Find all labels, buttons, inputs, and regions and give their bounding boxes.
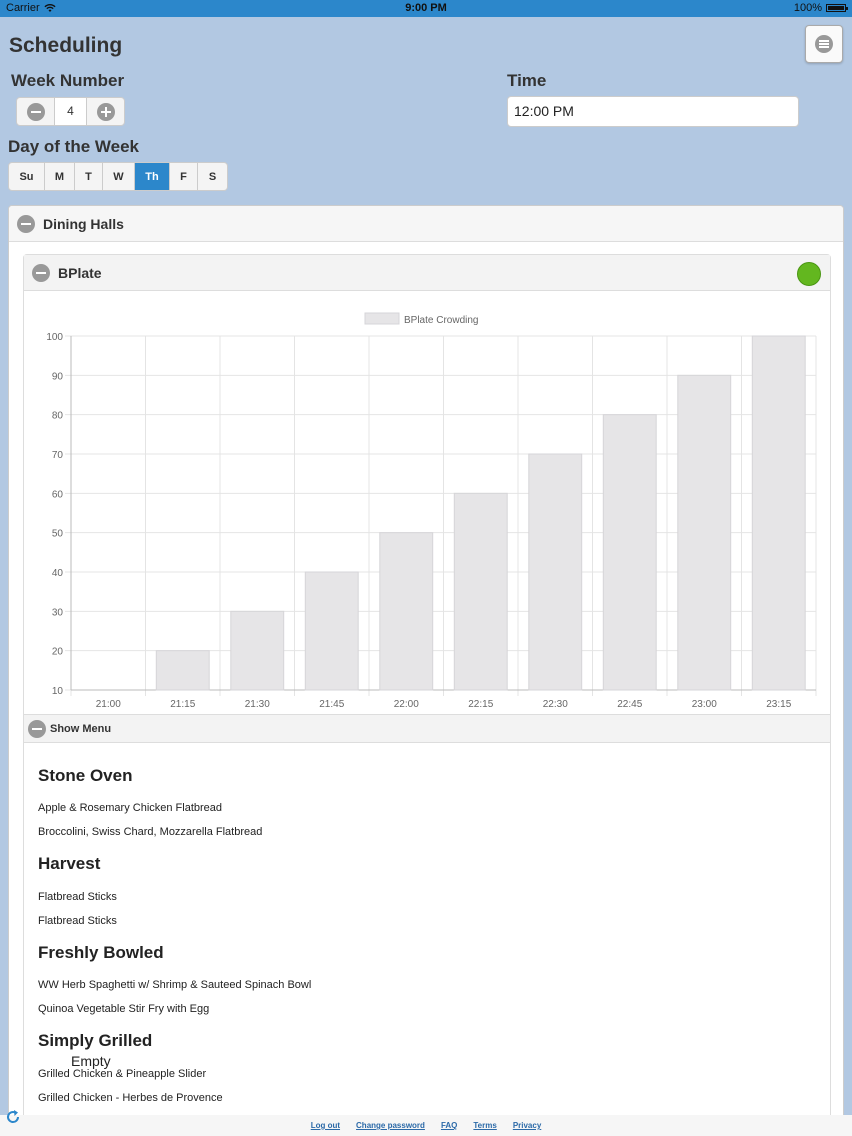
station-heading: Freshly Bowled	[38, 943, 164, 962]
day-button-t[interactable]: T	[75, 163, 103, 190]
day-button-s[interactable]: S	[198, 163, 227, 190]
legend-label: BPlate Crowding	[404, 315, 478, 326]
bplate-title: BPlate	[58, 265, 102, 281]
y-tick-label: 60	[52, 489, 64, 500]
bplate-header[interactable]: BPlate	[24, 255, 830, 291]
page-title: Scheduling	[9, 34, 123, 57]
time-field[interactable]: 12:00 PM	[507, 96, 799, 127]
dining-halls-header[interactable]: Dining Halls	[9, 206, 843, 242]
bar	[379, 532, 434, 691]
x-tick-label: 21:15	[170, 699, 195, 710]
menu-item: Grilled Chicken - Herbes de Provence	[38, 1092, 223, 1104]
day-of-week-selector: Su M T W Th F S	[8, 162, 228, 191]
show-menu-header[interactable]: Show Menu	[24, 714, 830, 743]
bar	[677, 374, 732, 691]
bar	[453, 492, 508, 691]
x-tick-label: 23:00	[692, 699, 717, 710]
battery-info: 100%	[793, 2, 848, 14]
day-of-week-label: Day of the Week	[8, 137, 140, 156]
station-heading: Harvest	[38, 854, 101, 873]
footer: Log out Change password FAQ Terms Privac…	[0, 1115, 852, 1136]
menu-item: Flatbread Sticks	[38, 915, 117, 927]
show-menu-label: Show Menu	[50, 723, 112, 735]
clock: 9:00 PM	[405, 2, 447, 14]
week-number-value[interactable]: 4	[54, 98, 87, 125]
week-number-stepper: 4	[16, 97, 125, 126]
x-tick-label: 23:15	[766, 699, 791, 710]
privacy-link[interactable]: Privacy	[513, 1121, 541, 1130]
x-tick-label: 22:45	[617, 699, 642, 710]
week-increment-button[interactable]	[87, 98, 124, 125]
bar	[304, 571, 359, 691]
collapse-icon	[28, 720, 46, 738]
x-tick-label: 21:00	[96, 699, 121, 710]
menu-item: Quinoa Vegetable Stir Fry with Egg	[38, 1003, 210, 1015]
y-tick-label: 90	[52, 371, 64, 382]
log-out-link[interactable]: Log out	[311, 1121, 340, 1130]
day-button-w[interactable]: W	[103, 163, 135, 190]
terms-link[interactable]: Terms	[473, 1121, 496, 1130]
week-decrement-button[interactable]	[17, 98, 54, 125]
x-tick-label: 22:00	[394, 699, 419, 710]
y-tick-label: 20	[52, 647, 64, 658]
y-tick-label: 10	[52, 686, 64, 697]
menu-button[interactable]	[805, 25, 843, 63]
x-tick-label: 22:15	[468, 699, 493, 710]
day-button-f[interactable]: F	[170, 163, 198, 190]
hamburger-icon	[815, 35, 833, 53]
status-indicator	[797, 262, 821, 286]
bplate-panel: BPlate BPlate Crowding 10 20 30 40 50 60 70 80 90…	[23, 254, 831, 1136]
station-heading: Simply Grilled	[38, 1031, 153, 1050]
menu-item: Apple & Rosemary Chicken Flatbread	[38, 802, 223, 814]
faq-link[interactable]: FAQ	[441, 1121, 457, 1130]
bar	[155, 650, 210, 691]
change-password-link[interactable]: Change password	[356, 1121, 425, 1130]
y-tick-label: 50	[52, 529, 64, 540]
bplate-crowding-chart: BPlate Crowding 10 20 30 40 50 60 70 80 90 100 21:0…	[46, 312, 817, 710]
bar	[602, 414, 657, 691]
battery-icon	[826, 4, 848, 12]
bar	[751, 335, 806, 691]
legend-swatch	[364, 312, 400, 325]
battery-label: 100%	[793, 2, 822, 14]
x-tick-label: 21:45	[319, 699, 344, 710]
bar	[230, 610, 285, 691]
y-tick-label: 80	[52, 411, 64, 422]
x-tick-label: 22:30	[543, 699, 568, 710]
x-tick-label: 21:30	[245, 699, 270, 710]
plus-icon	[96, 102, 115, 121]
y-tick-label: 40	[52, 568, 64, 579]
day-button-m[interactable]: M	[45, 163, 75, 190]
menu-item: Grilled Chicken & Pineapple Slider	[38, 1068, 207, 1080]
dining-halls-title: Dining Halls	[43, 216, 124, 232]
station-heading: Stone Oven	[38, 766, 133, 785]
day-button-su[interactable]: Su	[9, 163, 45, 190]
bar	[528, 453, 583, 691]
collapse-icon	[32, 264, 50, 282]
status-bar: Carrier 9:00 PM 100%	[0, 0, 852, 17]
empty-note: Empty	[71, 1053, 111, 1069]
time-label: Time	[507, 71, 547, 90]
y-tick-label: 100	[46, 332, 63, 343]
menu-item: Broccolini, Swiss Chard, Mozzarella Flat…	[38, 826, 263, 838]
collapse-icon	[17, 215, 35, 233]
menu-item: Flatbread Sticks	[38, 891, 117, 903]
day-button-th[interactable]: Th	[135, 163, 170, 190]
minus-icon	[26, 102, 45, 121]
y-tick-label: 70	[52, 450, 64, 461]
y-tick-label: 30	[52, 607, 64, 618]
refresh-icon[interactable]	[4, 1108, 22, 1126]
menu-item: WW Herb Spaghetti w/ Shrimp & Sauteed Sp…	[38, 979, 312, 991]
week-number-label: Week Number	[11, 71, 125, 90]
dining-halls-panel: Dining Halls BPlate BPlate Crowding 10 20 3…	[8, 205, 844, 1136]
